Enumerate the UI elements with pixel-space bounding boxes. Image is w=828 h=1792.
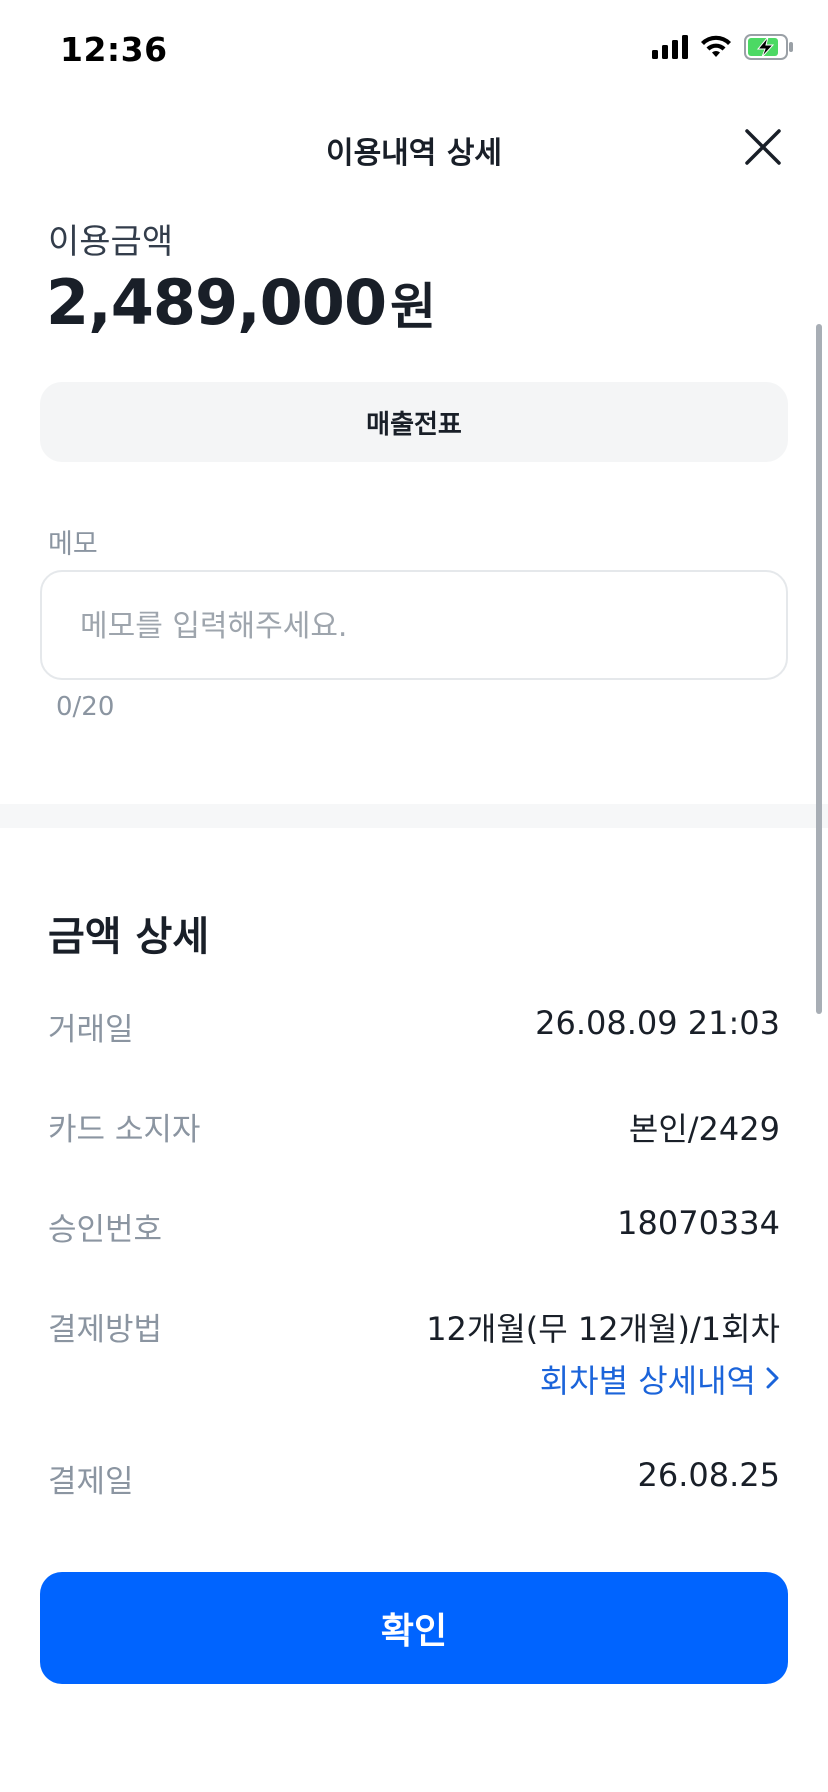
memo-input[interactable] [80, 602, 740, 650]
amount-label: 이용금액 [48, 222, 174, 262]
amount-value: 2,489,000 원 [46, 266, 436, 339]
detail-value: 본인/2429 [628, 1110, 780, 1148]
section-divider [0, 804, 828, 828]
signal-icon [652, 35, 688, 63]
close-icon [745, 129, 781, 169]
sales-receipt-button[interactable]: 매출전표 [40, 382, 788, 462]
close-button[interactable] [738, 124, 788, 174]
scrollbar[interactable] [816, 324, 822, 1014]
detail-value: 26.08.25 [637, 1456, 781, 1494]
chevron-right-icon [766, 1360, 780, 1398]
detail-value: 26.08.09 21:03 [535, 1004, 780, 1042]
amount-number: 2,489,000 [46, 266, 387, 339]
memo-counter: 0/20 [56, 692, 115, 722]
detail-key: 결제일 [48, 1464, 134, 1500]
confirm-button[interactable]: 확인 [40, 1572, 788, 1684]
wifi-icon [700, 35, 732, 63]
detail-key: 승인번호 [48, 1212, 163, 1248]
battery-charging-icon [744, 34, 794, 64]
detail-key: 거래일 [48, 1012, 134, 1048]
detail-key: 결제방법 [48, 1312, 163, 1348]
page-title: 이용내역 상세 [325, 136, 503, 171]
memo-label: 메모 [48, 529, 98, 560]
detail-value: 18070334 [617, 1204, 780, 1242]
nav-header: 이용내역 상세 [0, 110, 828, 190]
status-bar: 12:36 [0, 0, 828, 100]
status-icons [652, 34, 794, 64]
installment-detail-label: 회차별 상세내역 [539, 1362, 756, 1400]
memo-field[interactable] [40, 570, 788, 680]
amount-currency: 원 [390, 278, 437, 336]
installment-detail-link[interactable]: 회차별 상세내역 [540, 1356, 780, 1402]
status-time: 12:36 [60, 30, 168, 69]
detail-key: 카드 소지자 [48, 1112, 201, 1148]
amount-detail-title: 금액 상세 [48, 914, 210, 960]
detail-value: 12개월(무 12개월)/1회차 [426, 1310, 780, 1348]
